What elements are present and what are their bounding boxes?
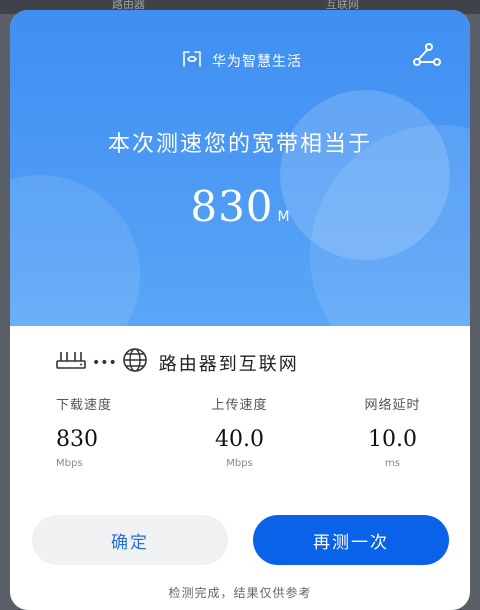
confirm-button[interactable]: 确定 [32,515,228,565]
retest-button[interactable]: 再测一次 [253,515,449,565]
result-headline: 本次测速您的宽带相当于 [107,132,372,157]
footer-note: 检测完成，结果仅供参考 [168,586,312,600]
route-row: ••• 路由器到互联网 [54,346,299,379]
metrics-row: 下载速度 830 Mbps 上传速度 40.0 Mbps 网络延时 10.0 m… [10,394,470,469]
speed-unit: M [277,209,290,225]
metric-unit: ms [385,458,400,469]
connection-dots: ••• [92,354,117,371]
huawei-smart-life-logo-icon [182,50,202,72]
metric-value: 40.0 [215,427,264,452]
router-icon [54,349,88,376]
metric-latency: 网络延时 10.0 ms [316,394,469,469]
metric-label: 网络延时 [364,398,421,413]
brand-name: 华为智慧生活 [212,54,302,70]
metric-upload: 上传速度 40.0 Mbps [163,394,316,469]
metric-value: 830 [56,427,98,452]
metric-download: 下载速度 830 Mbps [10,394,163,469]
share-button[interactable] [410,40,444,74]
result-hero: 华为智慧生活 本次测速您的宽带相当于 830 M [10,10,470,326]
route-label: 路由器到互联网 [158,353,299,375]
metric-unit: Mbps [226,458,253,469]
speed-readout: 830 M [10,182,470,231]
brand-header: 华为智慧生活 [182,50,302,72]
speed-value: 830 [190,182,274,231]
speed-test-result-card: 华为智慧生活 本次测速您的宽带相当于 830 M ••• 路由器到互联网 下载速… [10,10,470,610]
metric-label: 下载速度 [56,398,113,413]
metric-label: 上传速度 [211,398,268,413]
decor-bubble [280,90,450,260]
globe-icon [121,346,149,379]
metric-value: 10.0 [368,427,417,452]
share-icon [413,42,441,72]
metric-unit: Mbps [56,458,83,469]
